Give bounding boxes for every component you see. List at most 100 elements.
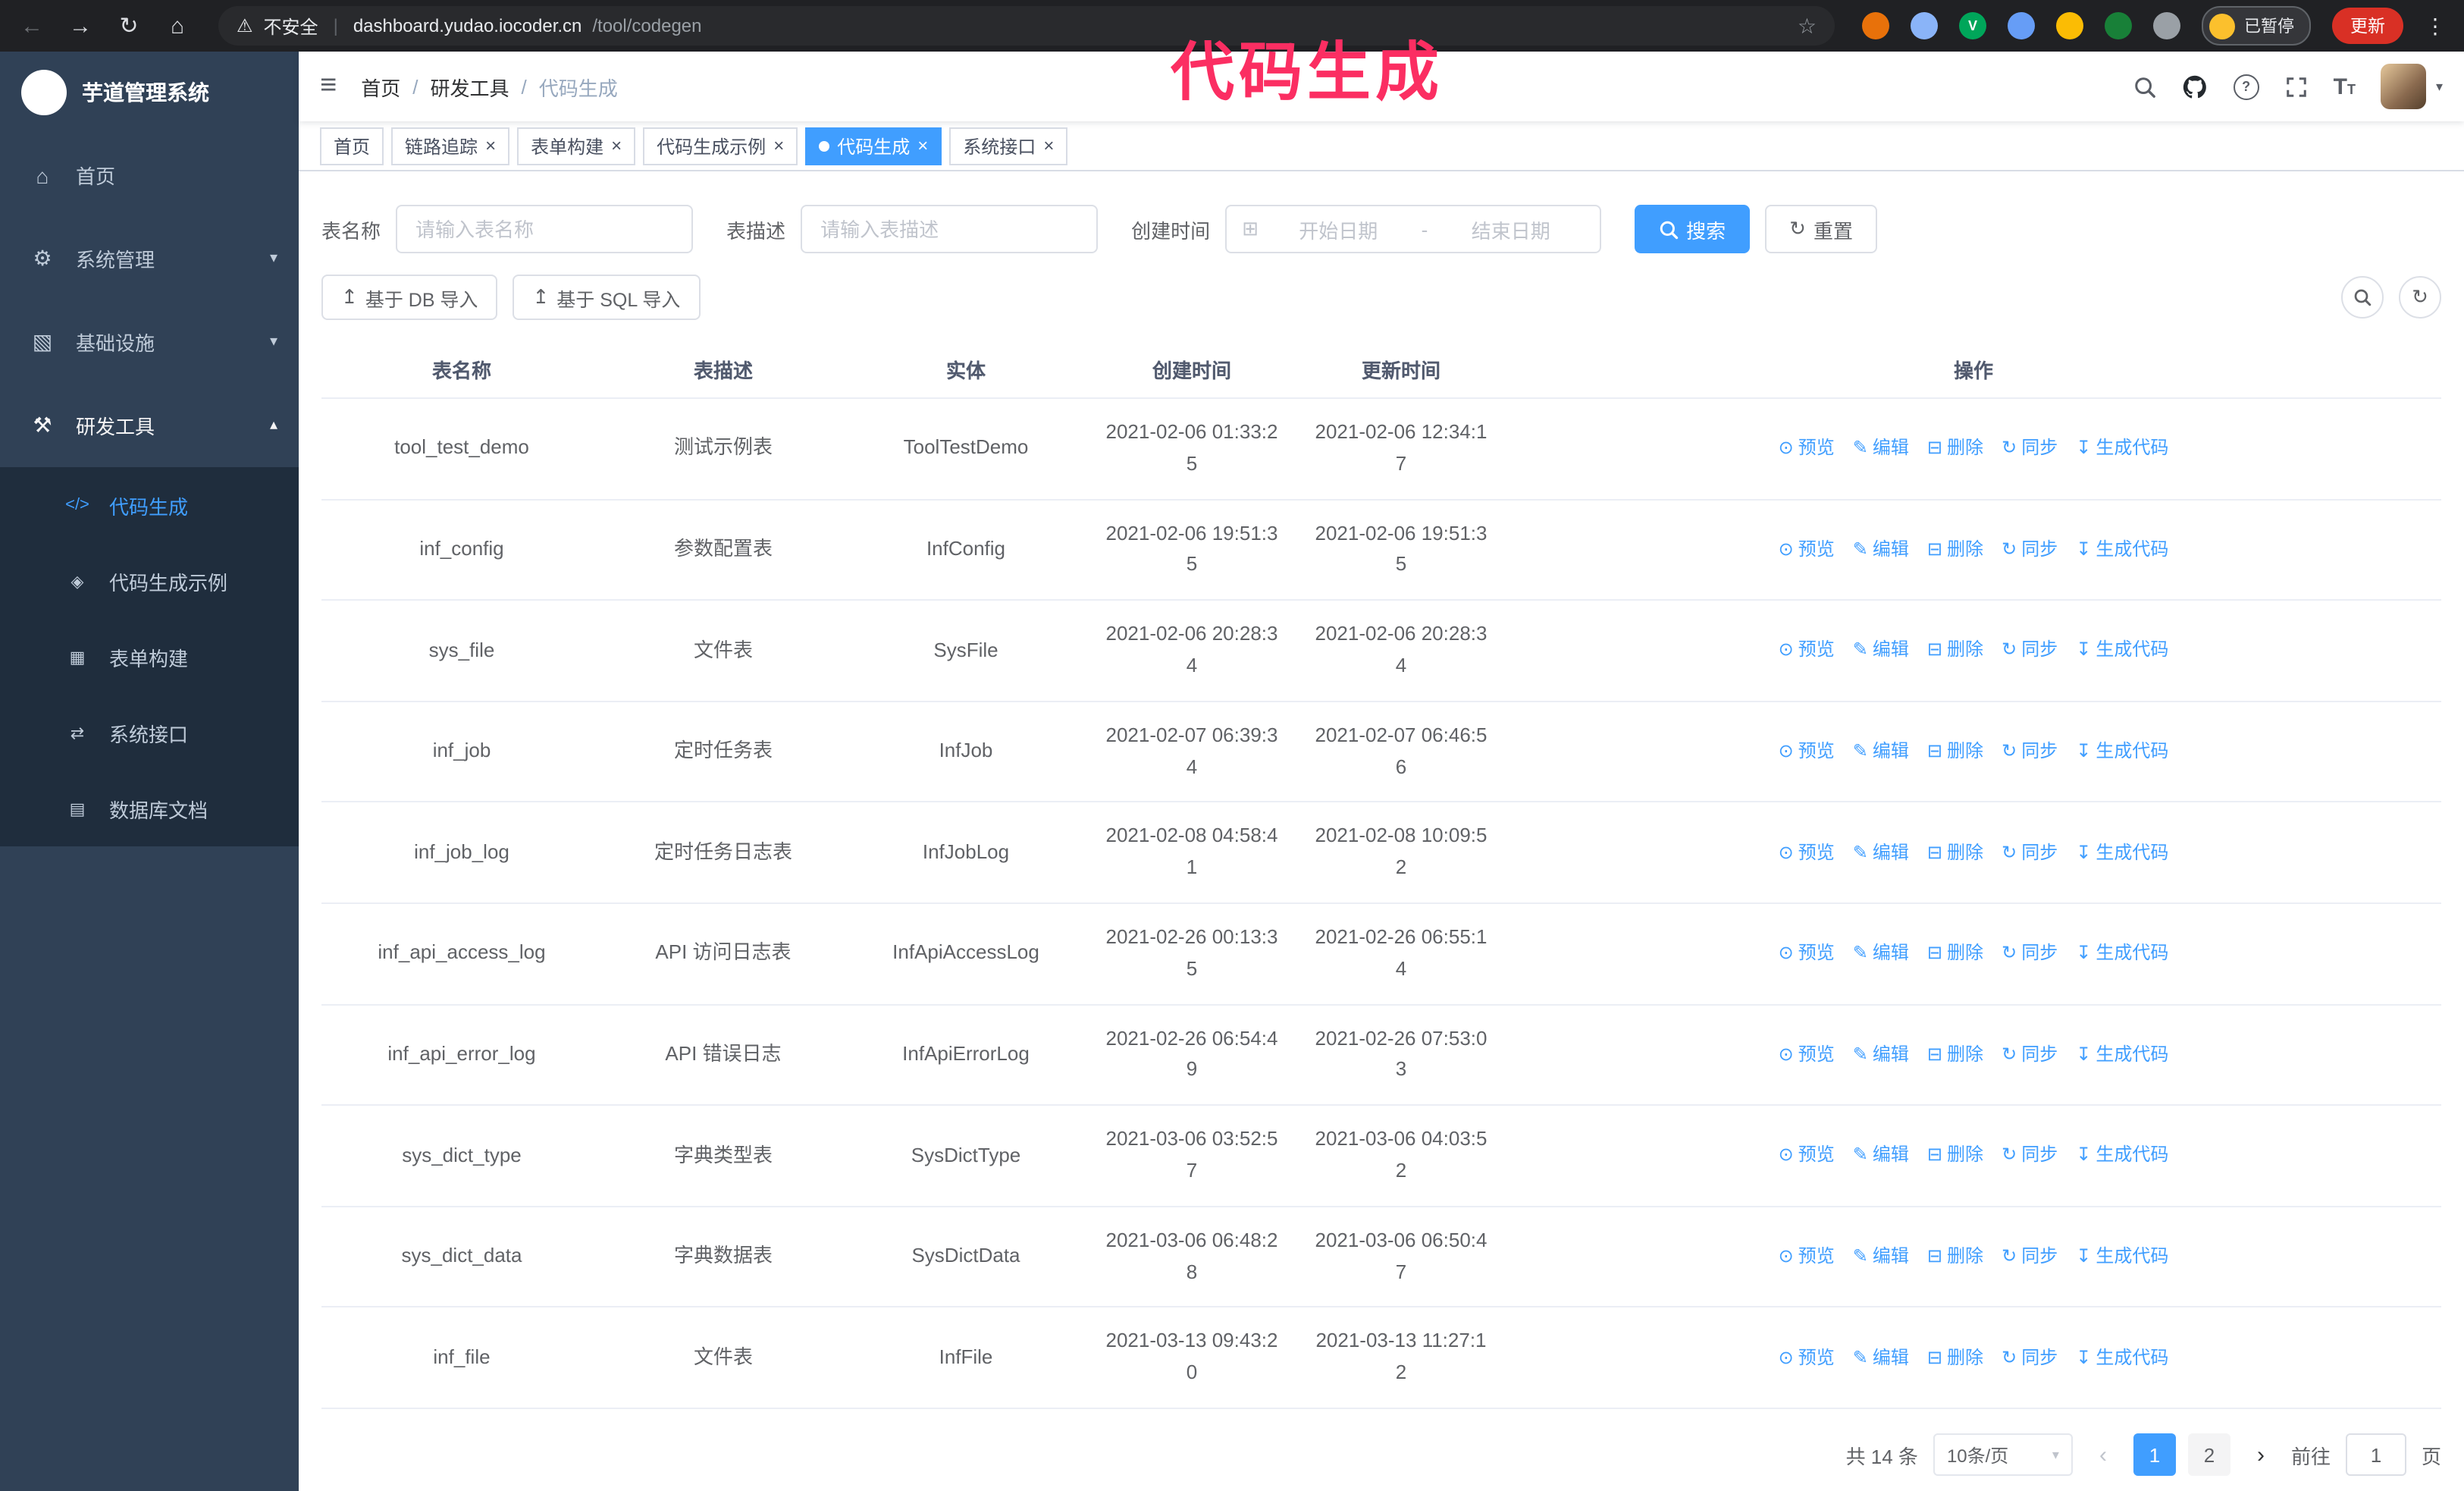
sidebar-item-db-doc[interactable]: ▤ 数据库文档 — [0, 771, 299, 846]
action-edit[interactable]: ✎ 编辑 — [1853, 636, 1909, 665]
action-delete[interactable]: ⊟ 删除 — [1927, 1242, 1983, 1271]
refresh-icon[interactable]: ↻ — [115, 12, 143, 39]
tab-form-builder[interactable]: 表单构建 × — [517, 127, 636, 165]
action-sync[interactable]: ↻ 同步 — [2002, 435, 2058, 463]
sidebar-item-infra[interactable]: ▧ 基础设施 ▾ — [0, 300, 299, 384]
bookmark-star-icon[interactable]: ☆ — [1798, 13, 1817, 39]
github-icon[interactable] — [2182, 74, 2208, 99]
action-sync[interactable]: ↻ 同步 — [2002, 535, 2058, 564]
hamburger-icon[interactable]: ≡ — [320, 70, 337, 103]
action-sync[interactable]: ↻ 同步 — [2002, 1343, 2058, 1372]
action-preview[interactable]: ⊙ 预览 — [1779, 737, 1835, 766]
action-preview[interactable]: ⊙ 预览 — [1779, 1141, 1835, 1170]
action-generate[interactable]: ↧ 生成代码 — [2076, 435, 2168, 463]
date-range-picker[interactable]: ⊞ 开始日期 - 结束日期 — [1225, 205, 1602, 254]
fullscreen-icon[interactable] — [2285, 75, 2308, 98]
action-delete[interactable]: ⊟ 删除 — [1927, 1041, 1983, 1069]
search-button[interactable]: 搜索 — [1635, 205, 1751, 254]
page-size-select[interactable]: 10条/页 ▾ — [1933, 1433, 2073, 1476]
help-icon[interactable]: ? — [2233, 74, 2259, 100]
back-icon[interactable]: ← — [18, 13, 45, 39]
action-generate[interactable]: ↧ 生成代码 — [2076, 636, 2168, 665]
search-icon[interactable] — [2133, 75, 2156, 98]
sidebar-item-system-api[interactable]: ⇄ 系统接口 — [0, 695, 299, 771]
extension-icon[interactable] — [2008, 12, 2035, 39]
action-generate[interactable]: ↧ 生成代码 — [2076, 838, 2168, 867]
action-preview[interactable]: ⊙ 预览 — [1779, 1041, 1835, 1069]
action-generate[interactable]: ↧ 生成代码 — [2076, 1141, 2168, 1170]
action-edit[interactable]: ✎ 编辑 — [1853, 435, 1909, 463]
action-preview[interactable]: ⊙ 预览 — [1779, 1242, 1835, 1271]
close-icon[interactable]: × — [917, 137, 928, 155]
action-preview[interactable]: ⊙ 预览 — [1779, 535, 1835, 564]
action-edit[interactable]: ✎ 编辑 — [1853, 838, 1909, 867]
action-delete[interactable]: ⊟ 删除 — [1927, 939, 1983, 968]
browser-menu-icon[interactable]: ⋮ — [2425, 13, 2446, 39]
tab-codegen-example[interactable]: 代码生成示例 × — [643, 127, 798, 165]
reset-button[interactable]: ↻ 重置 — [1765, 205, 1877, 254]
action-preview[interactable]: ⊙ 预览 — [1779, 636, 1835, 665]
close-icon[interactable]: × — [485, 137, 496, 155]
action-generate[interactable]: ↧ 生成代码 — [2076, 939, 2168, 968]
action-delete[interactable]: ⊟ 删除 — [1927, 1141, 1983, 1170]
extension-icon[interactable] — [1911, 12, 1938, 39]
sidebar-item-system[interactable]: ⚙ 系统管理 ▾ — [0, 217, 299, 300]
tab-tracer[interactable]: 链路追踪 × — [391, 127, 510, 165]
browser-update-button[interactable]: 更新 — [2332, 8, 2403, 44]
tab-home[interactable]: 首页 — [320, 127, 384, 165]
sidebar-item-codegen[interactable]: </> 代码生成 — [0, 467, 299, 543]
close-icon[interactable]: × — [611, 137, 622, 155]
action-generate[interactable]: ↧ 生成代码 — [2076, 1343, 2168, 1372]
action-sync[interactable]: ↻ 同步 — [2002, 838, 2058, 867]
action-sync[interactable]: ↻ 同步 — [2002, 1242, 2058, 1271]
action-edit[interactable]: ✎ 编辑 — [1853, 535, 1909, 564]
action-preview[interactable]: ⊙ 预览 — [1779, 1343, 1835, 1372]
address-bar[interactable]: ⚠ 不安全 | dashboard.yudao.iocoder.cn/tool/… — [218, 6, 1835, 46]
table-name-input[interactable] — [396, 205, 694, 254]
goto-page-input[interactable] — [2345, 1433, 2406, 1476]
action-generate[interactable]: ↧ 生成代码 — [2076, 535, 2168, 564]
action-preview[interactable]: ⊙ 预览 — [1779, 838, 1835, 867]
action-sync[interactable]: ↻ 同步 — [2002, 737, 2058, 766]
action-sync[interactable]: ↻ 同步 — [2002, 636, 2058, 665]
tab-system-api[interactable]: 系统接口 × — [949, 127, 1068, 165]
page-button[interactable]: 1 — [2133, 1433, 2176, 1476]
page-button[interactable]: 2 — [2187, 1433, 2230, 1476]
close-icon[interactable]: × — [1043, 137, 1054, 155]
breadcrumb-item[interactable]: 首页 — [361, 72, 400, 101]
sidebar-item-form-builder[interactable]: ▦ 表单构建 — [0, 619, 299, 695]
table-desc-input[interactable] — [801, 205, 1099, 254]
app-logo[interactable]: 芋道管理系统 — [0, 52, 299, 133]
action-preview[interactable]: ⊙ 预览 — [1779, 435, 1835, 463]
action-delete[interactable]: ⊟ 删除 — [1927, 636, 1983, 665]
action-delete[interactable]: ⊟ 删除 — [1927, 737, 1983, 766]
action-generate[interactable]: ↧ 生成代码 — [2076, 1242, 2168, 1271]
breadcrumb-item[interactable]: 研发工具 — [430, 72, 509, 101]
action-generate[interactable]: ↧ 生成代码 — [2076, 737, 2168, 766]
extension-icon[interactable]: V — [1959, 12, 1986, 39]
action-delete[interactable]: ⊟ 删除 — [1927, 535, 1983, 564]
action-sync[interactable]: ↻ 同步 — [2002, 1041, 2058, 1069]
action-edit[interactable]: ✎ 编辑 — [1853, 1141, 1909, 1170]
extension-icon[interactable] — [1862, 12, 1889, 39]
sidebar-item-devtools[interactable]: ⚒ 研发工具 ▴ — [0, 384, 299, 467]
next-page-button[interactable]: › — [2246, 1442, 2276, 1467]
refresh-table-button[interactable]: ↻ — [2399, 276, 2441, 319]
extension-icon[interactable] — [2105, 12, 2132, 39]
sidebar-item-home[interactable]: ⌂ 首页 — [0, 133, 299, 217]
action-delete[interactable]: ⊟ 删除 — [1927, 1343, 1983, 1372]
action-preview[interactable]: ⊙ 预览 — [1779, 939, 1835, 968]
action-generate[interactable]: ↧ 生成代码 — [2076, 1041, 2168, 1069]
profile-chip[interactable]: 已暂停 — [2202, 6, 2311, 46]
user-menu[interactable]: ▾ — [2381, 64, 2443, 110]
action-edit[interactable]: ✎ 编辑 — [1853, 1041, 1909, 1069]
tab-codegen[interactable]: 代码生成 × — [805, 127, 942, 165]
close-icon[interactable]: × — [773, 137, 784, 155]
toggle-search-button[interactable] — [2341, 276, 2384, 319]
font-size-icon[interactable]: TT — [2334, 74, 2356, 99]
action-delete[interactable]: ⊟ 删除 — [1927, 435, 1983, 463]
prev-page-button[interactable]: ‹ — [2088, 1442, 2118, 1467]
home-icon[interactable]: ⌂ — [164, 13, 191, 39]
extension-icon[interactable] — [2056, 12, 2083, 39]
action-sync[interactable]: ↻ 同步 — [2002, 939, 2058, 968]
